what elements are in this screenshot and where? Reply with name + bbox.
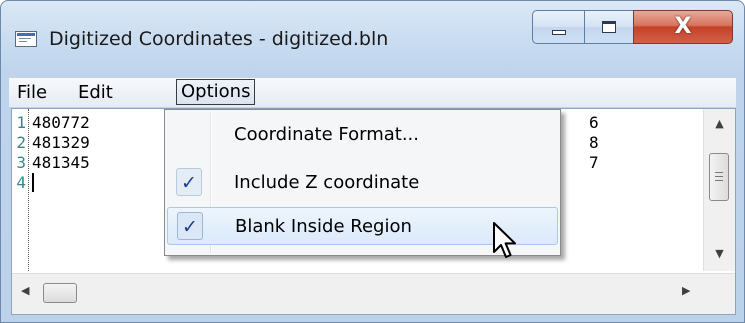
checkmark-icon: ✓ [177,212,203,240]
close-button[interactable]: X [633,10,733,44]
close-icon: X [674,14,692,39]
menu-item-label: Include Z coordinate [234,172,420,193]
mouse-pointer-icon [493,222,516,258]
menu-bar: File Edit Options [9,77,736,107]
maximize-button[interactable] [584,10,634,44]
minimize-icon [551,29,566,35]
scroll-up-icon[interactable]: ▲ [704,117,735,130]
line-number: 4 [16,173,26,192]
code-line-tail: 6 [589,113,599,132]
window-title: Digitized Coordinates - digitized.bln [49,28,389,50]
menu-edit[interactable]: Edit [73,79,118,106]
code-line: 481329 [32,133,90,152]
code-line-tail: 7 [589,153,599,172]
horizontal-scroll-thumb[interactable] [43,283,77,303]
scroll-down-icon[interactable]: ▼ [704,247,735,260]
menu-file[interactable]: File [12,79,52,106]
line-number: 3 [16,153,26,172]
checkmark-icon: ✓ [176,168,202,196]
scroll-left-icon[interactable]: ◀ [21,284,29,297]
vertical-scroll-thumb[interactable] [709,153,729,201]
line-number-gutter: 1 2 3 4 [12,109,29,271]
maximize-icon [602,21,616,33]
menu-options[interactable]: Options [176,79,256,105]
code-line-tail: 8 [589,133,599,152]
line-number: 1 [16,113,26,132]
code-line: 480772 [32,113,90,132]
menu-item-label: Blank Inside Region [235,216,412,237]
minimize-button[interactable] [532,10,585,44]
menu-item-coordinate-format[interactable]: Coordinate Format... [167,116,558,154]
scroll-right-icon[interactable]: ▶ [682,284,690,297]
vertical-scrollbar[interactable]: ▲ ▼ [703,109,735,271]
app-window: Digitized Coordinates - digitized.bln X … [0,0,745,323]
menu-item-label: Coordinate Format... [234,124,419,145]
code-line: 481345 [32,153,90,172]
app-icon [15,31,37,47]
line-number: 2 [16,133,26,152]
text-caret [32,173,34,192]
horizontal-scrollbar[interactable]: ◀ ▶ [12,273,735,314]
menu-item-include-z[interactable]: ✓ Include Z coordinate [167,164,558,202]
